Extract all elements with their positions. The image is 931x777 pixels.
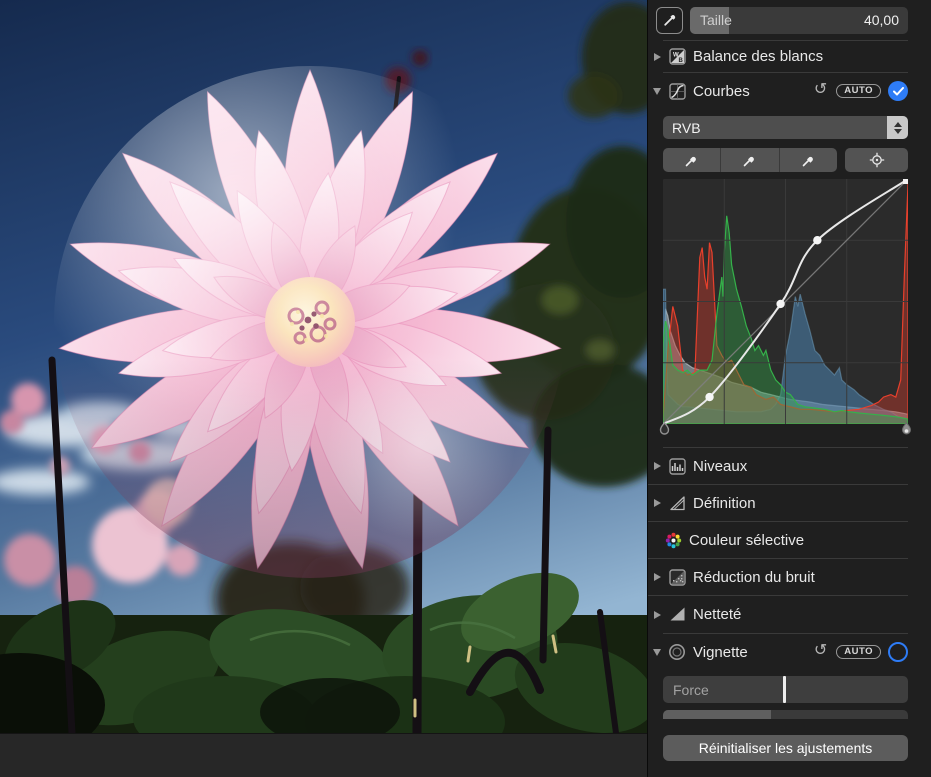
- white-point-eyedropper-button[interactable]: [779, 148, 837, 172]
- photo-area: [0, 0, 647, 777]
- definition-icon: [668, 494, 686, 512]
- brush-size-slider[interactable]: Taille 40,00: [690, 7, 908, 34]
- reset-vignette-icon[interactable]: ↺: [814, 643, 827, 659]
- force-slider-handle[interactable]: [783, 676, 786, 703]
- photos-edit-window: Taille 40,00 W B Balance des blancs: [0, 0, 931, 777]
- checkmark-icon: [893, 87, 904, 96]
- vignette-enabled-checkbox[interactable]: [888, 642, 908, 662]
- section-reduction-du-bruit[interactable]: Réduction du bruit: [648, 559, 908, 596]
- disclosure-right-icon[interactable]: [654, 53, 661, 61]
- eyedropper-icon: [742, 153, 757, 168]
- force-label: Force: [673, 676, 709, 703]
- black-point-eyedropper-button[interactable]: [663, 148, 720, 172]
- section-label: Définition: [693, 495, 885, 512]
- vignette-auto-button[interactable]: AUTO: [836, 645, 881, 660]
- disclosure-right-icon[interactable]: [654, 499, 661, 507]
- channel-selected-value: RVB: [663, 120, 887, 136]
- brush-size-row: Taille 40,00: [648, 0, 931, 40]
- white-point-handle[interactable]: [900, 422, 913, 438]
- levels-icon: [668, 457, 686, 475]
- section-vignette[interactable]: Vignette ↺ AUTO: [648, 634, 931, 670]
- section-label: Vignette: [693, 644, 807, 661]
- curves-histogram[interactable]: [663, 179, 908, 424]
- curves-eyedropper-row: [663, 148, 908, 172]
- section-niveaux[interactable]: Niveaux: [648, 448, 908, 485]
- disclosure-right-icon[interactable]: [654, 462, 661, 470]
- section-definition[interactable]: Définition: [648, 485, 908, 522]
- section-label: Réduction du bruit: [693, 569, 885, 586]
- curves-icon: [668, 82, 686, 100]
- disclosure-right-icon[interactable]: [654, 573, 661, 581]
- black-point-handle[interactable]: [658, 422, 671, 438]
- rayon-value: 0,50: [872, 710, 899, 719]
- section-label: Netteté: [693, 606, 885, 623]
- section-label: Couleur sélective: [689, 532, 885, 549]
- curves-enabled-checkbox[interactable]: [888, 81, 908, 101]
- collapsed-sections: Niveaux Définition: [648, 448, 931, 633]
- section-label: Niveaux: [693, 458, 885, 475]
- rayon-label: Rayon: [673, 710, 713, 719]
- vignette-rayon-slider[interactable]: Rayon 0,50: [663, 710, 908, 719]
- noise-reduction-icon: [668, 568, 686, 586]
- add-point-target-button[interactable]: [845, 148, 908, 172]
- vignette-icon: [668, 643, 686, 661]
- section-balance-des-blancs[interactable]: W B Balance des blancs: [648, 41, 931, 72]
- eyedropper-group: [663, 148, 837, 172]
- brush-size-label: Taille: [700, 7, 732, 34]
- gray-point-eyedropper-button[interactable]: [720, 148, 778, 172]
- brush-tool-button[interactable]: [656, 7, 683, 34]
- adjustments-scroll[interactable]: Taille 40,00 W B Balance des blancs: [648, 0, 931, 719]
- selective-color-icon: [664, 531, 682, 549]
- reset-curves-icon[interactable]: ↺: [814, 82, 827, 98]
- chevron-down-icon: [894, 129, 902, 134]
- chevron-up-icon: [894, 122, 902, 127]
- section-courbes[interactable]: Courbes ↺ AUTO: [648, 73, 931, 109]
- disclosure-down-icon[interactable]: [653, 88, 661, 95]
- section-couleur-selective[interactable]: Couleur sélective: [648, 522, 908, 559]
- svg-text:B: B: [678, 58, 683, 64]
- photo-canvas: [0, 0, 647, 733]
- brush-size-value: 40,00: [864, 7, 899, 34]
- vignette-force-slider[interactable]: Force: [663, 676, 908, 703]
- curves-histogram-svg: [663, 179, 908, 424]
- curves-channel-select[interactable]: RVB: [663, 116, 908, 139]
- disclosure-down-icon[interactable]: [653, 649, 661, 656]
- reset-adjustments-button[interactable]: Réinitialiser les ajustements: [663, 735, 908, 761]
- curve-endpoint-handles: [663, 424, 908, 442]
- disclosure-right-icon[interactable]: [654, 611, 661, 619]
- adjustments-panel: Taille 40,00 W B Balance des blancs: [647, 0, 931, 777]
- section-label: Courbes: [693, 83, 807, 100]
- eyedropper-icon: [801, 153, 816, 168]
- section-nettete[interactable]: Netteté: [648, 596, 908, 633]
- section-label: Balance des blancs: [693, 48, 908, 65]
- reset-area: Réinitialiser les ajustements: [663, 735, 908, 761]
- curves-auto-button[interactable]: AUTO: [836, 84, 881, 99]
- select-stepper-icon[interactable]: [887, 116, 908, 139]
- white-balance-icon: W B: [668, 48, 686, 66]
- brush-icon: [662, 12, 678, 28]
- eyedropper-icon: [684, 153, 699, 168]
- target-icon: [869, 152, 885, 168]
- sharpness-icon: [668, 606, 686, 624]
- photo-letterbox-bar: [0, 733, 647, 777]
